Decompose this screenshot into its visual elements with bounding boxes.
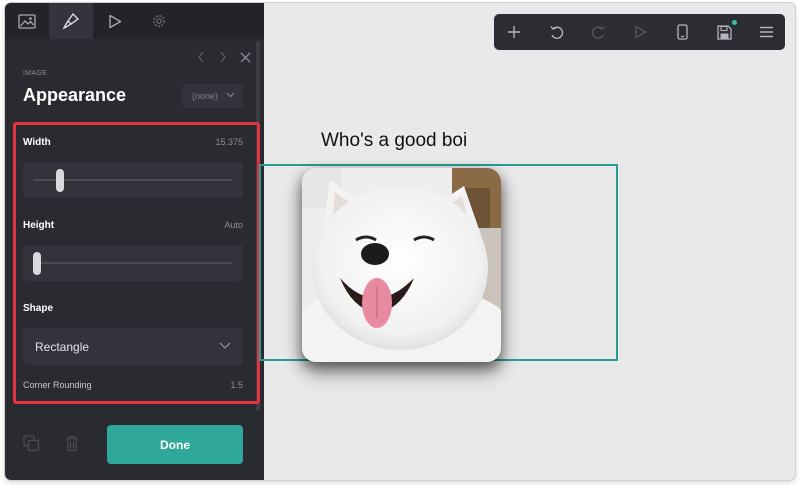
style-preset-select[interactable]: (none): [182, 84, 243, 108]
dog-photo[interactable]: [302, 168, 501, 362]
play-icon: [109, 14, 122, 28]
style-preset-value: (none): [192, 91, 219, 101]
tab-appearance[interactable]: [49, 3, 93, 39]
highlight-annotation-box: [13, 122, 260, 404]
chevron-right-icon: [220, 51, 226, 63]
undo-icon: [549, 25, 563, 39]
save-button[interactable]: [706, 14, 742, 50]
redo-icon: [591, 25, 605, 39]
redo-button[interactable]: [580, 14, 616, 50]
brush-icon: [62, 12, 80, 30]
device-preview-button[interactable]: [664, 14, 700, 50]
panel-tab-bar: [5, 3, 264, 39]
nav-back-button[interactable]: [193, 49, 209, 65]
phone-icon: [676, 24, 688, 40]
section-label: IMAGE: [23, 70, 48, 77]
close-icon: [240, 52, 250, 62]
plus-icon: [508, 26, 520, 38]
unsaved-indicator: [732, 20, 737, 25]
done-button[interactable]: Done: [107, 425, 243, 464]
undo-button[interactable]: [538, 14, 574, 50]
save-icon: [716, 24, 732, 40]
chevron-down-icon: [226, 92, 235, 98]
preview-button[interactable]: [622, 14, 658, 50]
gear-icon: [153, 15, 165, 27]
tab-settings[interactable]: [137, 3, 181, 39]
canvas-caption[interactable]: Who's a good boi: [321, 130, 467, 152]
chevron-left-icon: [198, 51, 204, 63]
tab-image[interactable]: [5, 3, 49, 39]
play-icon: [634, 25, 646, 39]
menu-icon: [759, 26, 773, 38]
close-panel-button[interactable]: [237, 49, 253, 65]
trash-icon: [66, 435, 78, 452]
add-button[interactable]: [496, 14, 532, 50]
tab-preview[interactable]: [93, 3, 137, 39]
editor-toolbar: [494, 14, 785, 50]
panel-title: Appearance: [23, 85, 127, 105]
samoyed-image: [302, 168, 501, 362]
image-icon: [18, 13, 36, 29]
properties-panel: IMAGE Appearance (none) Width 15.375 Hei…: [5, 3, 264, 480]
menu-button[interactable]: [748, 14, 784, 50]
app-window: IMAGE Appearance (none) Width 15.375 Hei…: [5, 3, 795, 480]
nav-forward-button[interactable]: [215, 49, 231, 65]
duplicate-button[interactable]: [23, 435, 40, 457]
duplicate-icon: [23, 435, 40, 452]
delete-button[interactable]: [65, 435, 79, 457]
